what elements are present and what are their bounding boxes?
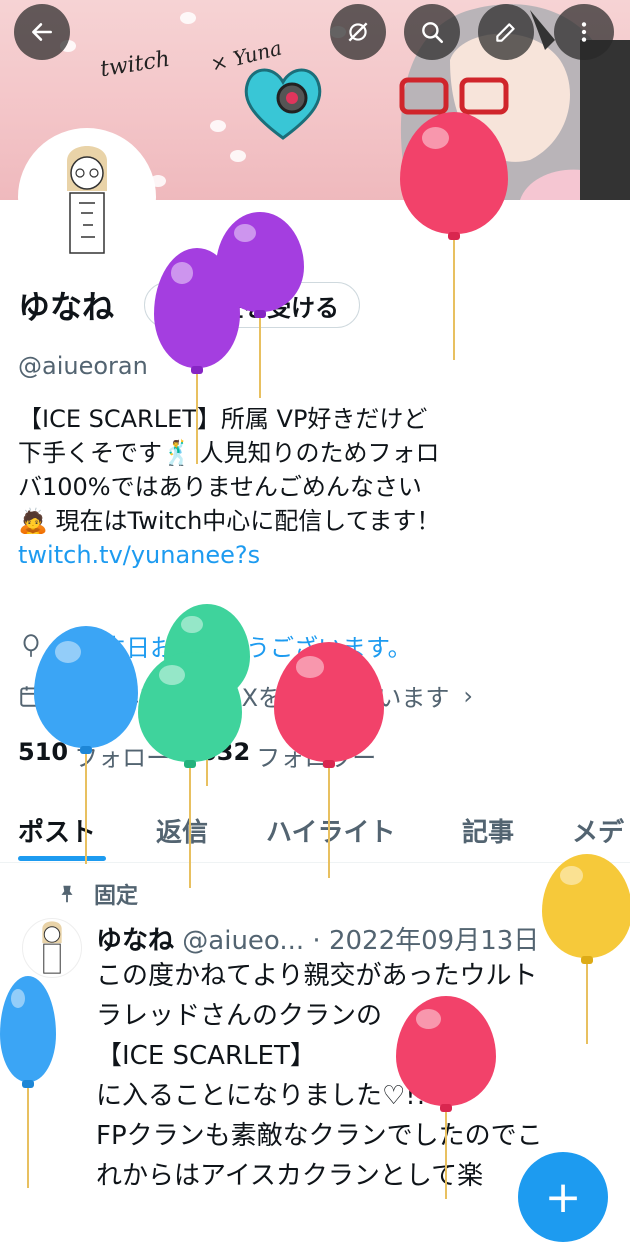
- avatar-drawing: [67, 146, 107, 254]
- profile-link[interactable]: twitch.tv/yunanee?s: [18, 538, 618, 572]
- tab-highlights[interactable]: ハイライト: [266, 812, 395, 849]
- active-tab-indicator: [18, 856, 106, 861]
- pinned-indicator: 固定: [56, 878, 138, 910]
- bio-line: 下手くそです🕺 人見知りのためフォロ: [18, 439, 440, 467]
- tweet-avatar-drawing: [42, 921, 62, 974]
- tweet-line: この度かねてより親交があったウルト: [96, 961, 538, 991]
- balloon-icon: [23, 633, 39, 657]
- profile-bio: 【ICE SCARLET】所属 VP好きだけど 下手くそです🕺 人見知りのためフ…: [18, 402, 618, 572]
- tweet-line: ラレッドさんのクランの: [96, 1001, 383, 1031]
- edit-button[interactable]: [478, 4, 534, 60]
- following-count[interactable]: 510: [18, 738, 68, 773]
- get-verified-button[interactable]: 認証を受ける: [144, 282, 360, 328]
- birthday-row: お誕生日おめでとうございます。: [18, 628, 412, 663]
- more-button[interactable]: [554, 4, 614, 60]
- banner-text-twitch: twitch: [98, 46, 172, 83]
- edit-icon: [496, 23, 515, 42]
- balloon: [0, 976, 56, 1188]
- verified-badge-icon: [163, 294, 185, 316]
- tweet-author-name[interactable]: ゆなね: [96, 926, 174, 956]
- tab-media[interactable]: メデ: [572, 812, 624, 849]
- follow-stats: 510 フォロー 632 フォロワー: [18, 738, 406, 773]
- bio-line: 🙇 現在はTwitch中心に配信してます！: [18, 507, 441, 535]
- heart-camera-illustration: [244, 68, 322, 140]
- tweet-line: FPクランも素敵なクランでしたのでこ: [96, 1121, 543, 1151]
- display-name: ゆなね: [18, 288, 115, 326]
- mute-button[interactable]: [330, 4, 386, 60]
- profile-tabs: ポスト 返信 ハイライト 記事 メデ: [0, 800, 630, 863]
- compose-button[interactable]: +: [518, 1152, 608, 1242]
- chevron-right-icon: ›: [463, 681, 473, 710]
- tweet-date[interactable]: · 2022年09月13日: [312, 926, 539, 956]
- get-verified-label: 認証を受ける: [195, 293, 339, 322]
- user-handle: @aiueoran: [18, 352, 148, 380]
- search-icon: [422, 22, 444, 44]
- tab-replies[interactable]: 返信: [156, 812, 208, 849]
- tweet-author-handle[interactable]: @aiueo...: [182, 926, 304, 956]
- bio-line: 【ICE SCARLET】所属 VP好きだけど: [18, 405, 428, 433]
- arrow-left-icon: [32, 23, 52, 41]
- followers-count[interactable]: 632: [200, 738, 250, 773]
- calendar-icon: [20, 685, 42, 707]
- pin-icon: [61, 885, 73, 903]
- search-button[interactable]: [404, 4, 460, 60]
- back-button[interactable]: [14, 4, 70, 60]
- more-vertical-icon: [581, 22, 587, 42]
- tab-posts[interactable]: ポスト: [18, 812, 96, 849]
- followers-label[interactable]: フォロワー: [256, 738, 376, 773]
- joined-row[interactable]: 2015年10月からXを利用しています ›: [18, 678, 473, 713]
- profile-avatar[interactable]: [18, 128, 156, 266]
- following-label[interactable]: フォロー: [74, 738, 170, 773]
- pinned-label: 固定: [94, 884, 139, 909]
- joined-text: 2015年10月からXを利用しています: [54, 684, 450, 712]
- tweet-line: に入ることになりました♡!!: [96, 1081, 427, 1111]
- tweet-avatar[interactable]: [22, 918, 82, 978]
- bio-line: バ100%ではありませんごめんなさい: [18, 473, 422, 501]
- tweet-header: ゆなね @aiueo... · 2022年09月13日: [96, 920, 539, 957]
- tab-articles[interactable]: 記事: [462, 812, 514, 849]
- tweet-line: 【ICE SCARLET】: [96, 1041, 316, 1071]
- birthday-text[interactable]: お誕生日おめでとうございます。: [54, 628, 412, 663]
- eye-off-icon: [348, 22, 368, 42]
